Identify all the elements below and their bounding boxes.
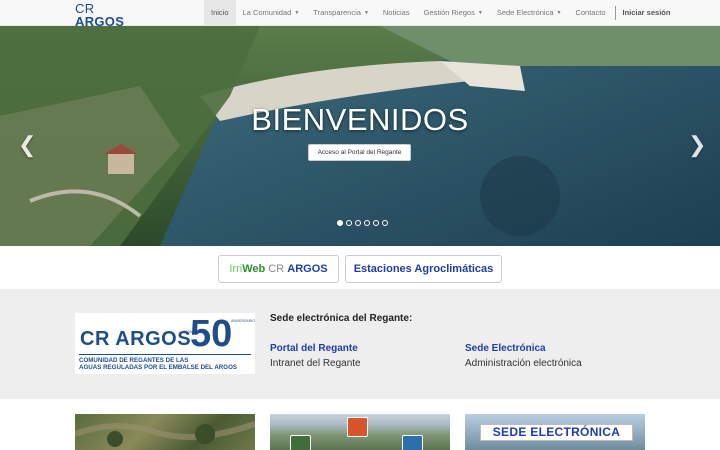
nav-item-inicio[interactable]: Inicio <box>204 0 236 26</box>
hero-carousel: ❮ ❯ BIENVENIDOS Acceso al Portal del Reg… <box>0 26 720 246</box>
nav-separator <box>614 6 616 20</box>
carousel-indicators <box>337 220 388 226</box>
logo-text: CR ARGOS <box>75 2 141 28</box>
sede-title: Sede electrónica del Regante: <box>270 313 413 324</box>
nav-item-la-comunidad[interactable]: La Comunidad ▼ <box>236 0 307 26</box>
logo-fifty: 50 <box>190 313 233 355</box>
nav-item-label: Transparencia <box>313 8 361 17</box>
irriweb-button[interactable]: IrriWeb CR ARGOS <box>218 255 339 283</box>
logo-aniversario: ANIVERSARIO <box>231 319 255 323</box>
irriweb-part-cr: CR <box>265 263 288 275</box>
logo-divider <box>79 354 251 355</box>
sede-electronica-link[interactable]: Sede Electrónica <box>465 343 546 354</box>
carousel-dot[interactable] <box>382 220 388 226</box>
map-image <box>75 421 255 447</box>
nav-item-transparencia[interactable]: Transparencia ▼ <box>306 0 376 26</box>
portal-regante-description: Intranet del Regante <box>270 358 361 369</box>
sede-electronica-description: Administración electrónica <box>465 358 582 369</box>
carousel-dot[interactable] <box>373 220 379 226</box>
carousel-dot[interactable] <box>346 220 352 226</box>
nav-item-label: Inicio <box>211 8 229 17</box>
nav-item-label: Sede Electrónica <box>496 8 554 17</box>
caret-down-icon: ▼ <box>363 10 369 17</box>
carousel-dot[interactable] <box>364 220 370 226</box>
document-app-icon <box>347 417 368 437</box>
main-nav: Inicio La Comunidad ▼ Transparencia ▼ Noticia… <box>204 0 676 26</box>
irriweb-part-argos: ARGOS <box>287 263 328 275</box>
portal-access-button[interactable]: Acceso al Portal del Regante <box>308 144 411 161</box>
irriweb-part-web: Web <box>242 263 266 275</box>
nav-item-gesti-n-riegos[interactable]: Gestión Riegos ▼ <box>417 0 490 26</box>
top-navbar: CR ARGOS COMUNIDAD DE REGANTES DE LAS AG… <box>0 0 720 34</box>
map-thumbnail[interactable] <box>75 414 255 450</box>
portal-regante-link[interactable]: Portal del Regante <box>270 343 358 354</box>
sede-electronica-thumbnail[interactable]: SEDE ELECTRÓNICA <box>465 414 645 450</box>
logo-subtitle-large: COMUNIDAD DE REGANTES DE LAS AGUAS REGUL… <box>79 357 237 371</box>
logo-cr-argos: CR ARGOS <box>80 328 192 350</box>
nav-item-label: Noticias <box>382 8 410 17</box>
nav-item-contacto[interactable]: Contacto <box>568 0 612 26</box>
caret-down-icon: ▼ <box>294 10 300 17</box>
chart-app-icon <box>290 435 311 450</box>
login-link[interactable]: Iniciar sesión <box>617 0 677 26</box>
water-app-icon <box>402 435 423 450</box>
carousel-dot[interactable] <box>355 220 361 226</box>
thumbnail-row: SEDE ELECTRÓNICA <box>0 399 720 450</box>
anniversary-logo: CR ARGOS 2026 50 ANIVERSARIO COMUNIDAD D… <box>75 313 255 374</box>
hero-title: BIENVENIDOS <box>251 102 469 137</box>
sede-electronica-section: CR ARGOS 2026 50 ANIVERSARIO COMUNIDAD D… <box>0 289 720 399</box>
estaciones-agroclimaticas-button[interactable]: Estaciones Agroclimáticas <box>345 255 502 283</box>
nav-item-label: Contacto <box>575 8 606 17</box>
logo-sub-line1: COMUNIDAD DE REGANTES DE LAS <box>79 357 189 364</box>
caret-down-icon: ▼ <box>556 10 562 17</box>
sede-electronica-thumb-label: SEDE ELECTRÓNICA <box>480 424 633 441</box>
site-logo[interactable]: CR ARGOS COMUNIDAD DE REGANTES DE LAS AG… <box>75 2 141 34</box>
app-thumbnail[interactable] <box>270 414 450 450</box>
nav-item-sede-electr-nica[interactable]: Sede Electrónica ▼ <box>490 0 569 26</box>
nav-item-label: La Comunidad <box>242 8 292 17</box>
nav-item-noticias[interactable]: Noticias <box>376 0 417 26</box>
nav-item-label: Gestión Riegos <box>423 8 475 17</box>
caret-down-icon: ▼ <box>477 10 483 17</box>
carousel-dot[interactable] <box>337 220 343 226</box>
irriweb-part-irri: Irri <box>229 263 243 275</box>
quick-links: IrriWeb CR ARGOS Estaciones Agroclimátic… <box>0 246 720 289</box>
logo-sub-line2: AGUAS REGULADAS POR EL EMBALSE DEL ARGOS <box>79 364 238 371</box>
